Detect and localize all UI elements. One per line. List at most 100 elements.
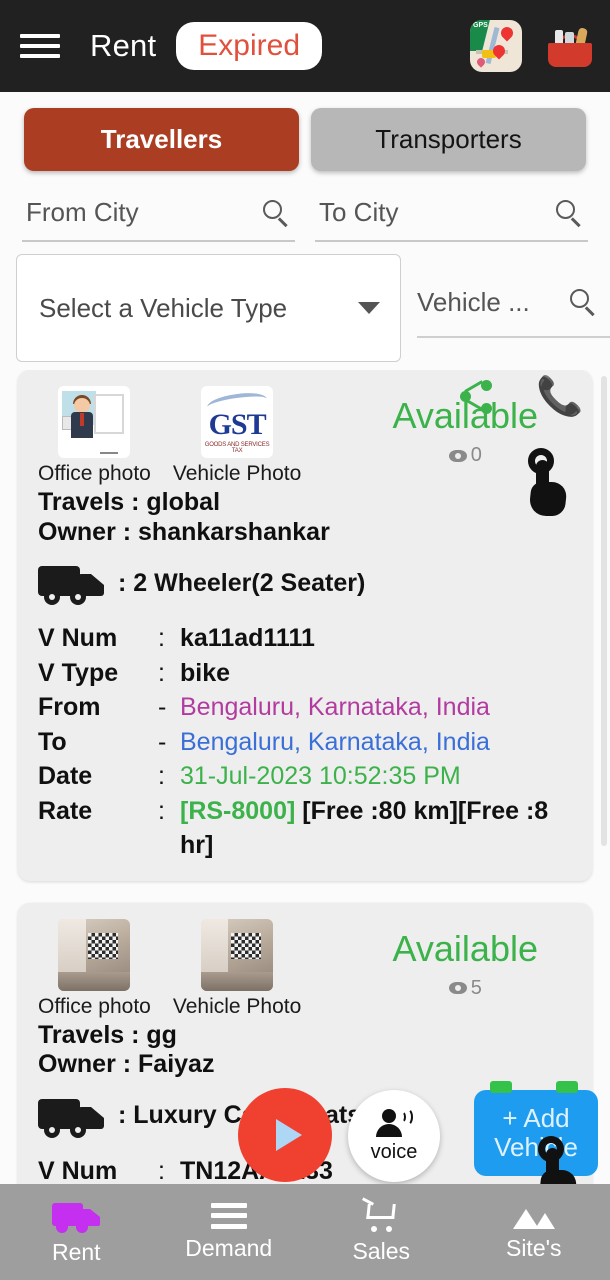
nav-label: Rent bbox=[51, 1238, 101, 1265]
eye-icon bbox=[448, 449, 467, 462]
list-scrollbar[interactable] bbox=[601, 376, 607, 846]
detail-row: V Num : ka11ad1111 bbox=[38, 621, 572, 656]
office-photo-caption: Office photo bbox=[38, 462, 151, 485]
detail-row: To - Bengaluru, Karnataka, India bbox=[38, 725, 572, 760]
tab-transporters[interactable]: Transporters bbox=[311, 108, 586, 171]
row-label: To bbox=[38, 727, 67, 756]
owner-value: : Faiyaz bbox=[122, 1050, 215, 1078]
row-separator: : bbox=[158, 624, 165, 652]
row-value: bike bbox=[180, 658, 231, 687]
person-speaking-icon bbox=[374, 1107, 414, 1139]
travels-label: Travels bbox=[38, 1020, 125, 1049]
hamburger-menu-icon[interactable] bbox=[18, 30, 62, 62]
row-separator: - bbox=[158, 727, 167, 756]
vehicle-type-value: : 2 Wheeler(2 Seater) bbox=[118, 568, 366, 597]
card-photos: Office photo GST GOODS AND SERVICES TAX … bbox=[38, 386, 301, 486]
vehicle-filter-row: Select a Vehicle Type Vehicle ... bbox=[0, 242, 610, 362]
travels-label: Travels bbox=[38, 488, 125, 516]
mountains-icon bbox=[512, 1203, 555, 1229]
menu-lines-icon bbox=[210, 1202, 247, 1229]
gps-map-icon[interactable]: GPS bbox=[470, 20, 522, 72]
search-icon[interactable] bbox=[263, 199, 289, 227]
gst-logo-photo[interactable]: GST GOODS AND SERVICES TAX bbox=[201, 386, 274, 458]
nav-label: Demand bbox=[185, 1234, 273, 1261]
to-city-input[interactable]: To City bbox=[315, 193, 588, 242]
card-photos: Office photo Vehicle Photo bbox=[38, 918, 301, 1019]
vehicle-type-select[interactable]: Select a Vehicle Type bbox=[16, 254, 401, 362]
office-photo-block[interactable]: Office photo bbox=[38, 386, 151, 486]
nav-label: Sales bbox=[352, 1237, 411, 1264]
shopping-cart-icon bbox=[362, 1196, 400, 1232]
detail-row: From - Bengaluru, Karnataka, India bbox=[38, 690, 572, 725]
office-presentation-photo[interactable] bbox=[58, 386, 131, 458]
owner-line: Owner : shankarshankar bbox=[38, 518, 572, 548]
app-screen: Rent Expired GPS Travellers Transporters… bbox=[0, 0, 610, 1280]
card-action-icons: 📞 bbox=[458, 378, 583, 416]
nav-label: Site's bbox=[505, 1234, 562, 1261]
add-vehicle-button[interactable]: + Add Vehicle bbox=[474, 1081, 598, 1204]
owner-line: Owner : Faiyaz bbox=[38, 1050, 572, 1080]
room-interior-photo[interactable] bbox=[201, 918, 274, 991]
row-value: ka11ad1111 bbox=[180, 624, 315, 652]
row-value: 31-Jul-2023 10:52:35 PM bbox=[180, 762, 461, 790]
rate-row: Rate : [RS-8000] [Free :80 km][Free :8 h… bbox=[38, 794, 572, 863]
detail-row: V Type : bike bbox=[38, 656, 572, 691]
row-label: V Type bbox=[38, 658, 119, 687]
from-city-input[interactable]: From City bbox=[22, 193, 295, 242]
share-icon[interactable] bbox=[458, 379, 494, 415]
owner-value: : shankarshankar bbox=[122, 517, 330, 546]
tap-hand-cursor-icon bbox=[516, 448, 570, 518]
tab-travellers[interactable]: Travellers bbox=[24, 108, 299, 171]
status-badge[interactable]: Expired bbox=[176, 22, 323, 70]
row-label: V Num bbox=[38, 624, 118, 652]
voice-button[interactable]: voice bbox=[348, 1090, 440, 1182]
green-tab-decoration bbox=[490, 1081, 512, 1093]
chevron-down-icon[interactable] bbox=[358, 302, 380, 314]
segment-tabs: Travellers Transporters bbox=[0, 92, 610, 171]
rate-value: [RS-8000] [Free :80 km][Free :8 hr] bbox=[180, 794, 572, 863]
search-icon[interactable] bbox=[556, 199, 582, 227]
row-separator: : bbox=[158, 658, 165, 687]
rate-label: Rate bbox=[38, 796, 93, 825]
row-separator: : bbox=[158, 1156, 165, 1185]
vehicle-photo-block[interactable]: GST GOODS AND SERVICES TAX Vehicle Photo bbox=[173, 386, 301, 486]
detail-row: Date : 31-Jul-2023 10:52:35 PM bbox=[38, 759, 572, 794]
availability-block: Available 5 bbox=[393, 919, 572, 1019]
nav-item-rent[interactable]: Rent bbox=[0, 1184, 153, 1280]
view-count-value: 5 bbox=[470, 976, 482, 999]
eye-icon bbox=[448, 982, 467, 994]
vehicle-photo-block[interactable]: Vehicle Photo bbox=[173, 918, 301, 1019]
travels-value: : gg bbox=[131, 1020, 177, 1049]
play-icon bbox=[275, 1119, 302, 1151]
nav-item-sites[interactable]: Site's bbox=[458, 1184, 610, 1280]
app-header: Rent Expired GPS bbox=[0, 0, 610, 92]
status-text: Available bbox=[392, 927, 538, 969]
room-interior-photo[interactable] bbox=[58, 918, 131, 991]
play-button[interactable] bbox=[238, 1088, 332, 1182]
truck-icon bbox=[38, 1094, 104, 1138]
view-count-value: 0 bbox=[470, 444, 482, 466]
row-separator: : bbox=[158, 762, 165, 790]
gps-icon-label: GPS bbox=[473, 22, 488, 29]
owner-label: Owner bbox=[38, 1050, 116, 1078]
from-city-placeholder: From City bbox=[26, 197, 139, 227]
travels-value: : global bbox=[131, 488, 221, 516]
row-label: Date bbox=[38, 762, 93, 790]
nav-item-demand[interactable]: Demand bbox=[153, 1184, 306, 1280]
detail-rows: V Num : ka11ad1111 V Type : bike From - … bbox=[38, 621, 572, 863]
to-city-placeholder: To City bbox=[319, 197, 399, 227]
bottom-navigation: Rent Demand Sales Site's bbox=[0, 1184, 610, 1280]
card-meta: Travels : global Owner : shankarshankar bbox=[38, 488, 572, 547]
search-icon[interactable] bbox=[570, 289, 596, 316]
vehicle-search-input[interactable]: Vehicle ... bbox=[417, 282, 610, 338]
card-meta: Travels : gg Owner : Faiyaz bbox=[38, 1021, 572, 1080]
nav-item-sales[interactable]: Sales bbox=[305, 1184, 458, 1280]
owner-label: Owner bbox=[38, 517, 116, 546]
office-photo-block[interactable]: Office photo bbox=[38, 918, 151, 1019]
phone-call-icon[interactable]: 📞 bbox=[536, 378, 583, 416]
grocery-basket-icon[interactable] bbox=[544, 20, 596, 72]
vehicle-card[interactable]: 📞 Office photo GST GOODS AND SERVICES TA… bbox=[18, 370, 592, 881]
truck-icon bbox=[38, 561, 104, 605]
row-label: From bbox=[38, 693, 101, 721]
row-separator: - bbox=[158, 693, 167, 721]
